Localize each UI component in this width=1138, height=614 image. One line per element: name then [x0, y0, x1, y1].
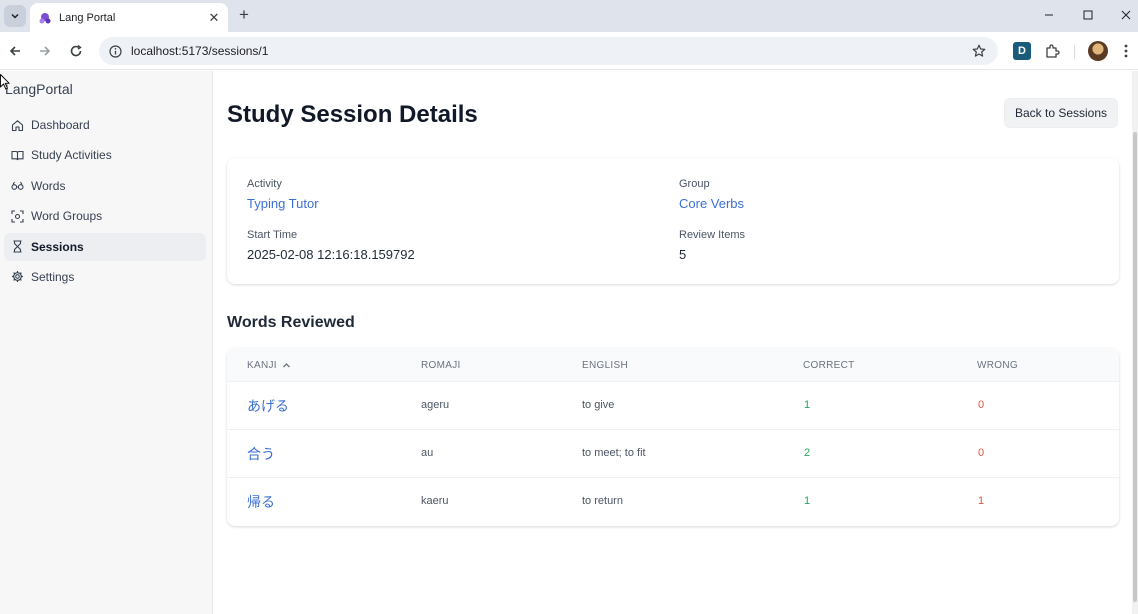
back-to-sessions-button[interactable]: Back to Sessions — [1004, 98, 1118, 128]
sidebar-item-label: Study Activities — [31, 148, 112, 163]
english-cell: to return — [582, 495, 623, 507]
words-reviewed-table: KANJI ROMAJI ENGLISH CORRECT WRONG あげる a… — [227, 348, 1119, 526]
table-row: あげる ageru to give 1 0 — [227, 382, 1119, 430]
correct-count: 1 — [804, 495, 811, 507]
site-info-icon[interactable] — [107, 43, 123, 59]
tab-title: Lang Portal — [59, 11, 116, 24]
romaji-cell: kaeru — [421, 495, 449, 507]
reload-icon[interactable] — [65, 40, 87, 62]
main-content: Study Session Details Back to Sessions A… — [214, 71, 1132, 614]
column-header-wrong[interactable]: WRONG — [977, 360, 1018, 371]
words-icon — [11, 179, 24, 192]
session-details-card: Activity Typing Tutor Group Core Verbs S… — [227, 158, 1119, 284]
profile-avatar[interactable] — [1088, 41, 1108, 61]
browser-tab[interactable]: Lang Portal ✕ — [30, 3, 228, 32]
column-header-kanji[interactable]: KANJI — [247, 360, 291, 371]
browser-toolbar: localhost:5173/sessions/1 D — [0, 32, 1138, 70]
sidebar-item-label: Words — [31, 178, 66, 193]
bookmark-star-icon[interactable] — [968, 40, 990, 62]
forward-arrow-icon[interactable] — [34, 40, 56, 62]
sidebar-item-study-activities[interactable]: Study Activities — [4, 141, 206, 169]
table-header: KANJI ROMAJI ENGLISH CORRECT WRONG — [227, 348, 1119, 382]
sidebar: LangPortal Dashboard Study Activities Wo… — [0, 71, 213, 614]
activity-label: Activity — [247, 178, 282, 190]
kanji-link[interactable]: 帰る — [247, 492, 275, 512]
home-icon — [11, 119, 24, 132]
start-time-value: 2025-02-08 12:16:18.159792 — [247, 247, 415, 262]
table-row: 合う au to meet; to fit 2 0 — [227, 430, 1119, 478]
gear-icon — [11, 270, 24, 283]
wrong-count: 1 — [978, 495, 985, 507]
sidebar-item-settings[interactable]: Settings — [4, 263, 206, 291]
hourglass-icon — [11, 240, 24, 253]
wrong-count: 0 — [978, 447, 985, 459]
sort-ascending-icon[interactable] — [282, 361, 291, 370]
window-minimize-icon[interactable] — [1035, 4, 1063, 26]
romaji-cell: au — [421, 447, 434, 459]
romaji-cell: ageru — [421, 399, 450, 411]
new-tab-plus-icon[interactable]: + — [234, 5, 254, 25]
sidebar-item-label: Word Groups — [31, 209, 103, 224]
browser-tab-bar: Lang Portal ✕ + — [0, 0, 1138, 32]
extension-d-icon[interactable]: D — [1013, 42, 1031, 60]
lang-portal-favicon-icon — [38, 11, 52, 25]
page-scrollbar-thumb[interactable] — [1133, 132, 1137, 602]
sidebar-item-label: Settings — [31, 269, 75, 284]
table-row: 帰る kaeru to return 1 1 — [227, 478, 1119, 526]
kanji-link[interactable]: 合う — [247, 444, 275, 464]
mouse-cursor-icon — [0, 74, 10, 90]
group-label: Group — [679, 178, 710, 190]
sidebar-nav: Dashboard Study Activities Words Word Gr… — [4, 111, 206, 293]
activity-link[interactable]: Typing Tutor — [247, 196, 319, 211]
window-close-icon[interactable] — [1112, 4, 1138, 26]
browser-menu-icon[interactable] — [1118, 42, 1134, 60]
tab-close-icon[interactable]: ✕ — [206, 10, 222, 26]
page-title: Study Session Details — [227, 101, 478, 128]
url-text: localhost:5173/sessions/1 — [131, 44, 269, 58]
column-header-romaji[interactable]: ROMAJI — [421, 360, 461, 371]
window-maximize-icon[interactable] — [1074, 4, 1102, 26]
english-cell: to give — [582, 399, 615, 411]
kanji-link[interactable]: あげる — [247, 396, 289, 416]
app-brand[interactable]: LangPortal — [5, 81, 73, 97]
book-icon — [11, 149, 24, 162]
scan-icon — [11, 210, 24, 223]
column-header-english[interactable]: ENGLISH — [582, 360, 628, 371]
review-items-label: Review Items — [679, 229, 746, 241]
group-link[interactable]: Core Verbs — [679, 196, 744, 211]
correct-count: 2 — [804, 447, 811, 459]
column-header-correct[interactable]: CORRECT — [803, 360, 855, 371]
column-header-label: KANJI — [247, 360, 277, 371]
words-reviewed-title: Words Reviewed — [227, 314, 355, 331]
start-time-label: Start Time — [247, 229, 298, 241]
sidebar-item-word-groups[interactable]: Word Groups — [4, 202, 206, 230]
address-bar[interactable]: localhost:5173/sessions/1 — [99, 37, 998, 65]
review-items-value: 5 — [679, 247, 687, 262]
sidebar-item-label: Sessions — [31, 239, 84, 254]
chevron-down-icon — [11, 13, 19, 19]
sidebar-item-words[interactable]: Words — [4, 172, 206, 200]
extensions-puzzle-icon[interactable] — [1043, 42, 1061, 60]
back-arrow-icon[interactable] — [4, 40, 26, 62]
tab-search-button[interactable] — [4, 5, 26, 27]
english-cell: to meet; to fit — [582, 447, 646, 459]
toolbar-divider — [1074, 45, 1075, 59]
correct-count: 1 — [804, 399, 811, 411]
wrong-count: 0 — [978, 399, 985, 411]
sidebar-item-sessions[interactable]: Sessions — [4, 232, 206, 261]
sidebar-item-label: Dashboard — [31, 118, 90, 132]
sidebar-item-dashboard[interactable]: Dashboard — [4, 111, 206, 139]
